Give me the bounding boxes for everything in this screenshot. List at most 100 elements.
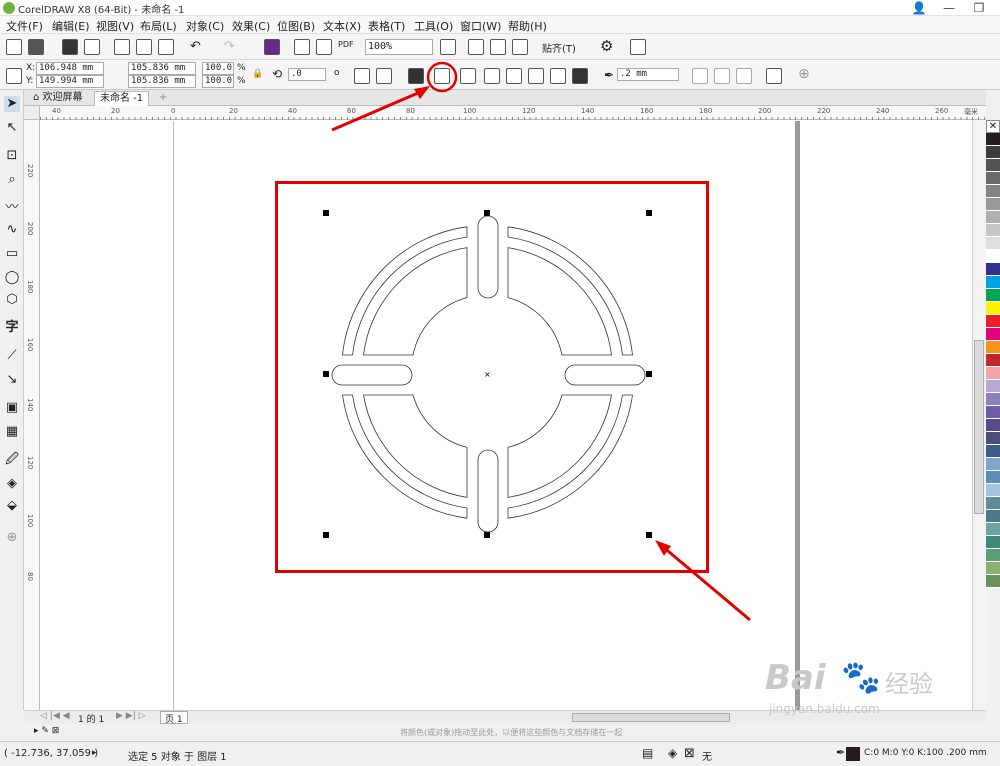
menu-object[interactable]: 对象(C) [186, 18, 224, 34]
import-icon[interactable] [294, 39, 310, 55]
color-swatch[interactable] [986, 445, 1000, 458]
tab-document[interactable]: 未命名 -1 [94, 91, 150, 106]
new-tab-button[interactable]: + [154, 91, 172, 106]
color-swatch[interactable] [986, 380, 1000, 393]
break-apart-icon[interactable] [714, 68, 730, 84]
create-boundary-icon[interactable] [572, 68, 588, 84]
color-swatch[interactable] [986, 224, 1000, 237]
scale-x-input[interactable]: 100.0 [202, 62, 234, 75]
outline-width-select[interactable]: .2 mm [617, 68, 679, 81]
menu-file[interactable]: 文件(F) [6, 18, 43, 34]
color-swatch[interactable] [986, 289, 1000, 302]
full-screen-icon[interactable] [440, 39, 456, 55]
vertical-ruler[interactable]: 220 200 180 160 140 120 100 80 [24, 120, 40, 710]
restore-button[interactable]: ❐ [964, 0, 994, 16]
publish-pdf-icon[interactable]: PDF [338, 40, 354, 49]
y-position-input[interactable]: 149.994 mm [36, 75, 104, 88]
object-origin-icon[interactable] [6, 68, 22, 84]
outline-color-swatch[interactable] [846, 747, 860, 761]
color-swatch[interactable] [986, 211, 1000, 224]
menu-bitmap[interactable]: 位图(B) [277, 18, 315, 34]
scrollbar-thumb[interactable] [974, 340, 984, 514]
width-input[interactable]: 105.836 mm [128, 62, 196, 75]
palette-options-icon[interactable]: ▸ ✎ ⊠ [34, 726, 59, 736]
color-swatch[interactable] [986, 471, 1000, 484]
color-swatch[interactable] [986, 419, 1000, 432]
color-swatch[interactable] [986, 315, 1000, 328]
guidelines-icon[interactable] [512, 39, 528, 55]
menu-table[interactable]: 表格(T) [368, 18, 405, 34]
gear-icon[interactable]: ⚙ [600, 37, 613, 55]
color-swatch[interactable] [986, 237, 1000, 250]
copy-icon[interactable] [136, 39, 152, 55]
color-swatch[interactable] [986, 133, 1000, 146]
ungroup-icon[interactable] [736, 68, 752, 84]
x-position-input[interactable]: 106.948 mm [36, 62, 104, 75]
launch-icon[interactable] [630, 39, 646, 55]
account-icon[interactable]: 👤 [904, 0, 934, 16]
search-content-icon[interactable] [264, 39, 280, 55]
color-swatch[interactable] [986, 484, 1000, 497]
color-swatch[interactable] [986, 172, 1000, 185]
eyedropper-icon[interactable]: 🖉 [4, 452, 20, 468]
drop-shadow-icon[interactable]: ▣ [4, 400, 20, 416]
color-swatch[interactable] [986, 562, 1000, 575]
menu-text[interactable]: 文本(X) [323, 18, 361, 34]
polygon-tool-icon[interactable]: ⬡ [4, 292, 20, 308]
open-folder-icon[interactable] [28, 39, 44, 55]
color-swatch[interactable] [986, 250, 1000, 263]
new-document-icon[interactable] [6, 39, 22, 55]
snap-to-dropdown[interactable]: 贴齐(T) [542, 40, 576, 55]
lock-ratio-icon[interactable]: 🔒 [252, 69, 263, 79]
artistic-media-icon[interactable]: ∿ [4, 222, 20, 238]
menu-tools[interactable]: 工具(O) [414, 18, 453, 34]
color-swatch[interactable] [986, 367, 1000, 380]
crop-tool-icon[interactable]: ⊡ [4, 148, 20, 164]
color-swatch[interactable] [986, 393, 1000, 406]
mirror-horizontal-icon[interactable] [354, 68, 370, 84]
add-tool-icon[interactable]: ⊕ [4, 530, 20, 546]
color-swatch[interactable] [986, 458, 1000, 471]
simplify-icon[interactable] [506, 68, 522, 84]
page-nav-arrows-icon[interactable]: ◁ |◀ ◀ [40, 711, 70, 721]
parallel-dimension-icon[interactable]: ⟋ [4, 348, 20, 364]
trim-icon[interactable] [460, 68, 476, 84]
paste-icon[interactable] [158, 39, 174, 55]
shape-tool-icon[interactable]: ↖ [4, 120, 20, 136]
add-icon[interactable]: ⊕ [798, 66, 810, 82]
menu-edit[interactable]: 编辑(E) [52, 18, 90, 34]
page-tab[interactable]: 页 1 [160, 711, 188, 725]
weld-icon[interactable] [434, 68, 450, 84]
no-color-swatch[interactable]: ✕ [986, 120, 1000, 133]
intersect-icon[interactable] [484, 68, 500, 84]
status-expand-icon[interactable]: ▸ [92, 748, 97, 758]
scale-y-input[interactable]: 100.0 [202, 75, 234, 88]
color-swatch[interactable] [986, 549, 1000, 562]
print-icon[interactable] [84, 39, 100, 55]
rotation-input[interactable]: .0 [288, 68, 326, 81]
convert-to-curves-icon[interactable] [692, 68, 708, 84]
ruler-origin[interactable] [24, 106, 40, 120]
color-swatch[interactable] [986, 341, 1000, 354]
horizontal-ruler[interactable]: 40 20 0 20 40 60 80 100 120 140 160 180 … [40, 106, 986, 120]
page-nav-forward-icon[interactable]: ▶ ▶| ▷ [116, 711, 146, 721]
color-swatch[interactable] [986, 536, 1000, 549]
color-swatch[interactable] [986, 185, 1000, 198]
combine-icon[interactable] [408, 68, 424, 84]
height-input[interactable]: 105.836 mm [128, 75, 196, 88]
zoom-select[interactable]: 100% [365, 39, 433, 55]
freehand-tool-icon[interactable]: 〰 [4, 200, 20, 216]
ellipse-tool-icon[interactable]: ◯ [4, 270, 20, 286]
zoom-tool-icon[interactable]: ⌕ [4, 172, 20, 188]
color-swatch[interactable] [986, 328, 1000, 341]
pick-tool-icon[interactable]: ➤ [4, 96, 20, 112]
color-swatch[interactable] [986, 159, 1000, 172]
menu-effects[interactable]: 效果(C) [232, 18, 270, 34]
align-distribute-icon[interactable] [766, 68, 782, 84]
color-swatch[interactable] [986, 575, 1000, 588]
undo-icon[interactable]: ↶ [190, 39, 201, 54]
horizontal-scrollbar-thumb[interactable] [572, 713, 730, 722]
color-swatch[interactable] [986, 354, 1000, 367]
front-minus-back-icon[interactable] [528, 68, 544, 84]
color-swatch[interactable] [986, 198, 1000, 211]
